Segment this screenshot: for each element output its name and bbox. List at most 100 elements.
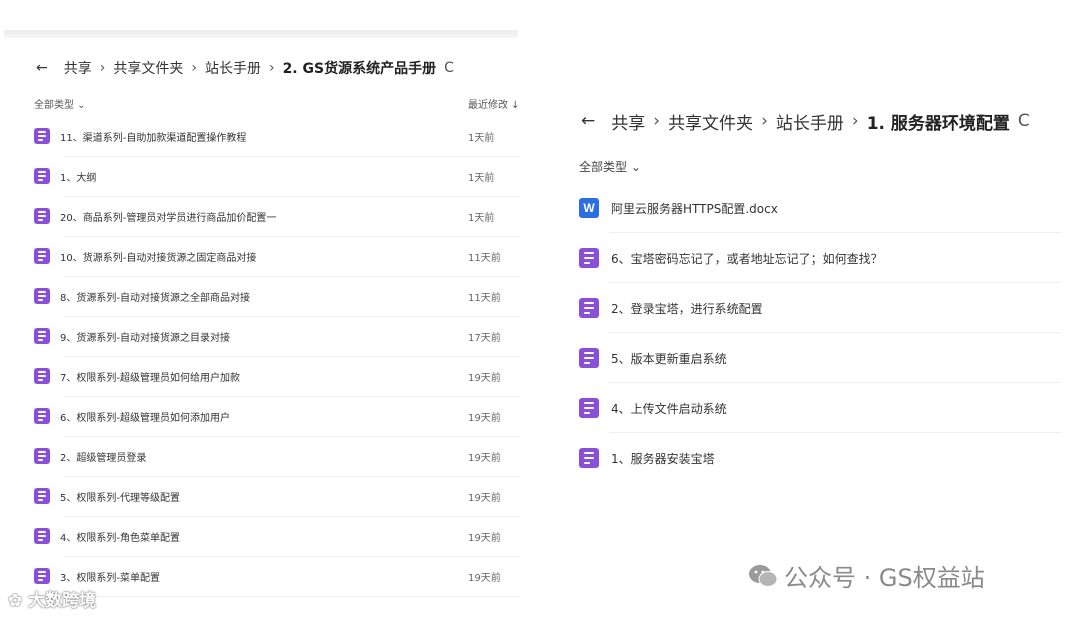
file-name: 6、权限系列-超级管理员如何添加用户 xyxy=(60,413,230,424)
sort-modified-button[interactable]: 最近修改 ↓ xyxy=(468,96,520,111)
chevron-right-icon: › xyxy=(653,111,661,131)
file-row[interactable]: 1、服务器安装宝塔 xyxy=(579,432,1061,480)
file-modified-date: 19天前 xyxy=(468,453,501,464)
note-document-icon xyxy=(579,298,599,318)
logo-icon: ✿ xyxy=(8,591,23,611)
file-row[interactable]: 8、货源系列-自动对接货源之全部商品对接 11天前 xyxy=(34,276,520,317)
back-arrow-icon[interactable]: ← xyxy=(581,111,595,131)
file-modified-date: 19天前 xyxy=(468,573,501,584)
file-row[interactable]: 10、货源系列-自动对接货源之固定商品对接 11天前 xyxy=(34,236,520,277)
window-top-strip xyxy=(4,30,518,38)
file-row[interactable]: 2、超级管理员登录 19天前 xyxy=(34,436,520,477)
file-name: 5、权限系列-代理等级配置 xyxy=(60,493,180,504)
file-name: 11、渠道系列-自助加款渠道配置操作教程 xyxy=(60,133,247,144)
note-document-icon xyxy=(34,448,50,464)
chevron-right-icon: › xyxy=(191,60,197,76)
file-row[interactable]: 11、渠道系列-自助加款渠道配置操作教程 1天前 xyxy=(34,116,520,157)
file-name: 8、货源系列-自动对接货源之全部商品对接 xyxy=(60,293,250,304)
type-filter-dropdown[interactable]: 全部类型 ⌄ xyxy=(579,158,641,175)
file-modified-date: 19天前 xyxy=(468,533,501,544)
file-modified-date: 17天前 xyxy=(468,333,501,344)
breadcrumb-item-shared[interactable]: 共享 xyxy=(64,58,92,78)
file-row[interactable]: 7、权限系列-超级管理员如何给用户加款 19天前 xyxy=(34,356,520,397)
watermark-right-text: 公众号 · GS权益站 xyxy=(784,564,985,592)
note-document-icon xyxy=(34,408,50,424)
breadcrumb-item-shared-folder[interactable]: 共享文件夹 xyxy=(668,109,753,134)
chevron-right-icon: › xyxy=(761,111,768,131)
list-header: 全部类型 ⌄ 最近修改 ↓ xyxy=(34,96,520,114)
file-name: 5、版本更新重启系统 xyxy=(611,352,727,366)
chevron-right-icon: › xyxy=(99,60,106,76)
file-modified-date: 19天前 xyxy=(468,493,501,504)
file-row[interactable]: 5、权限系列-代理等级配置 19天前 xyxy=(34,476,520,517)
file-row[interactable]: 1、大纲 1天前 xyxy=(34,156,520,197)
note-document-icon xyxy=(34,248,50,264)
file-name: 1、服务器安装宝塔 xyxy=(611,452,715,466)
note-document-icon xyxy=(579,248,599,268)
file-modified-date: 19天前 xyxy=(468,373,501,384)
file-name: 9、货源系列-自动对接货源之目录对接 xyxy=(60,333,230,344)
file-modified-date: 1天前 xyxy=(468,133,495,144)
breadcrumb-item-webmaster-manual[interactable]: 站长手册 xyxy=(776,109,844,134)
row-divider xyxy=(64,156,520,197)
watermark-right: 公众号 · GS权益站 xyxy=(748,558,985,593)
file-modified-date: 1天前 xyxy=(468,213,495,224)
refresh-icon[interactable]: C xyxy=(444,60,454,76)
breadcrumb-item-shared[interactable]: 共享 xyxy=(611,109,645,134)
file-modified-date: 11天前 xyxy=(468,293,501,304)
file-name: 2、登录宝塔，进行系统配置 xyxy=(611,302,763,316)
breadcrumb: ← 共享 › 共享文件夹 › 站长手册 › 2. GS货源系统产品手册 C xyxy=(36,58,454,78)
file-name: 2、超级管理员登录 xyxy=(60,453,147,464)
file-name: 4、上传文件启动系统 xyxy=(611,402,727,416)
note-document-icon xyxy=(34,568,50,584)
file-row[interactable]: 20、商品系列-管理员对学员进行商品加价配置一 1天前 xyxy=(34,196,520,237)
file-row[interactable]: 5、版本更新重启系统 xyxy=(579,332,1061,383)
type-filter-dropdown[interactable]: 全部类型 ⌄ xyxy=(34,96,86,111)
note-document-icon xyxy=(34,528,50,544)
breadcrumb-current: 2. GS货源系统产品手册 xyxy=(282,61,437,77)
file-modified-date: 19天前 xyxy=(468,413,501,424)
file-row[interactable]: 6、宝塔密码忘记了，或者地址忘记了；如何查找？ xyxy=(579,232,1061,283)
file-row[interactable]: 3、权限系列-菜单配置 19天前 xyxy=(34,556,520,597)
file-name: 1、大纲 xyxy=(60,173,97,184)
file-name: 4、权限系列-角色菜单配置 xyxy=(60,533,180,544)
refresh-icon[interactable]: C xyxy=(1018,111,1030,131)
note-document-icon xyxy=(579,348,599,368)
note-document-icon xyxy=(34,328,50,344)
note-document-icon xyxy=(579,448,599,468)
file-row[interactable]: 9、货源系列-自动对接货源之目录对接 17天前 xyxy=(34,316,520,357)
breadcrumb: ← 共享 › 共享文件夹 › 站长手册 › 1. 服务器环境配置 C xyxy=(581,109,1030,134)
note-document-icon xyxy=(579,398,599,418)
file-name: 20、商品系列-管理员对学员进行商品加价配置一 xyxy=(60,213,277,224)
file-name: 7、权限系列-超级管理员如何给用户加款 xyxy=(60,373,240,384)
file-modified-date: 11天前 xyxy=(468,253,501,264)
chevron-right-icon: › xyxy=(268,60,275,76)
note-document-icon xyxy=(34,168,50,184)
file-modified-date: 1天前 xyxy=(468,173,495,184)
file-row[interactable]: 4、权限系列-角色菜单配置 19天前 xyxy=(34,516,520,557)
note-document-icon xyxy=(34,488,50,504)
file-name: 6、宝塔密码忘记了，或者地址忘记了；如何查找？ xyxy=(611,252,883,266)
breadcrumb-item-shared-folder[interactable]: 共享文件夹 xyxy=(113,58,183,78)
file-name: 3、权限系列-菜单配置 xyxy=(60,573,160,584)
note-document-icon xyxy=(34,128,50,144)
right-file-panel: ← 共享 › 共享文件夹 › 站长手册 › 1. 服务器环境配置 C 全部类型 … xyxy=(575,100,1061,480)
watermark-left: ✿ 大数跨境 xyxy=(8,586,96,611)
file-name: 阿里云服务器HTTPS配置.docx xyxy=(611,202,778,216)
word-document-icon: W xyxy=(579,198,599,218)
breadcrumb-current: 1. 服务器环境配置 xyxy=(866,113,1010,134)
note-document-icon xyxy=(34,368,50,384)
file-list: 11、渠道系列-自助加款渠道配置操作教程 1天前 1、大纲 1天前 20、商品系列-管理… xyxy=(34,116,520,597)
chevron-right-icon: › xyxy=(851,111,859,131)
file-row[interactable]: 4、上传文件启动系统 xyxy=(579,382,1061,433)
file-name: 10、货源系列-自动对接货源之固定商品对接 xyxy=(60,253,257,264)
breadcrumb-item-webmaster-manual[interactable]: 站长手册 xyxy=(205,58,261,78)
note-document-icon xyxy=(34,288,50,304)
file-row[interactable]: 6、权限系列-超级管理员如何添加用户 19天前 xyxy=(34,396,520,437)
back-arrow-icon[interactable]: ← xyxy=(36,60,48,76)
wechat-icon xyxy=(749,564,778,587)
file-row[interactable]: 2、登录宝塔，进行系统配置 xyxy=(579,282,1061,333)
file-list: W 阿里云服务器HTTPS配置.docx 6、宝塔密码忘记了，或者地址忘记了；如何查… xyxy=(579,182,1061,480)
file-row[interactable]: W 阿里云服务器HTTPS配置.docx xyxy=(579,182,1061,233)
watermark-left-text: 大数跨境 xyxy=(28,591,97,611)
